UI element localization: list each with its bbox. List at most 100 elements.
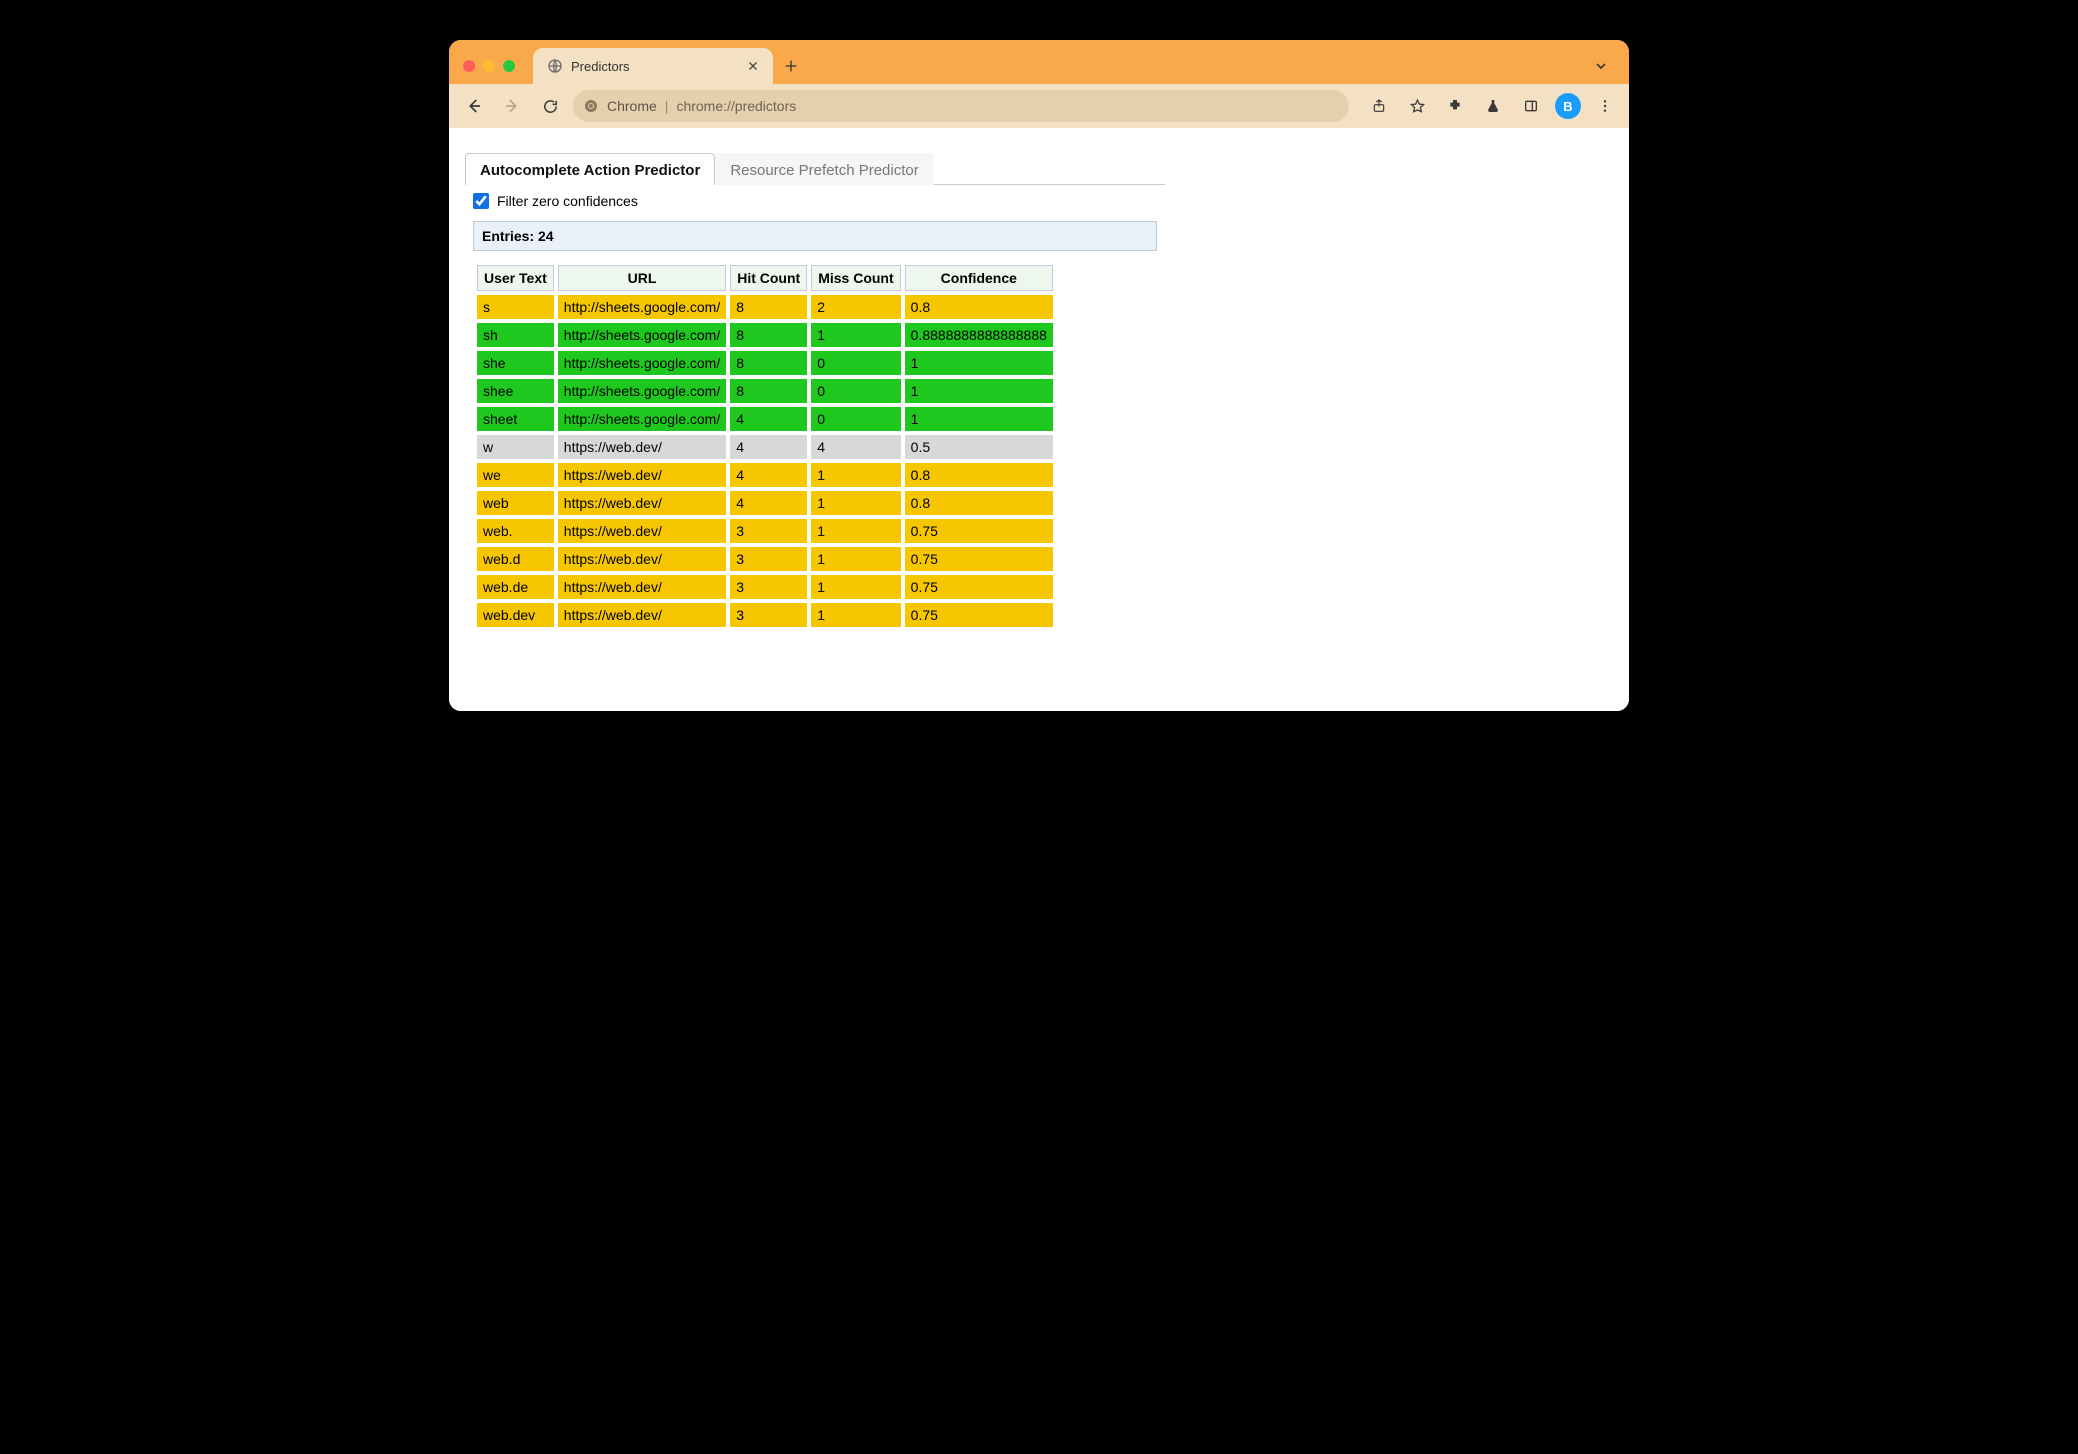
cell-confidence: 1 <box>905 407 1053 431</box>
table-row: whttps://web.dev/440.5 <box>477 435 1053 459</box>
col-url[interactable]: URL <box>558 265 726 291</box>
col-hit-count[interactable]: Hit Count <box>730 265 807 291</box>
cell-confidence: 0.75 <box>905 575 1053 599</box>
extensions-icon[interactable] <box>1441 92 1469 120</box>
table-row: web.devhttps://web.dev/310.75 <box>477 603 1053 627</box>
entries-count-bar: Entries: 24 <box>473 221 1157 251</box>
table-row: shttp://sheets.google.com/820.8 <box>477 295 1053 319</box>
cell-confidence: 0.8 <box>905 295 1053 319</box>
cell-confidence: 0.75 <box>905 519 1053 543</box>
cell-miss: 2 <box>811 295 900 319</box>
cell-confidence: 0.8 <box>905 463 1053 487</box>
tab-close-icon[interactable] <box>747 60 759 72</box>
cell-hit: 8 <box>730 351 807 375</box>
entries-label-prefix: Entries: <box>482 228 538 244</box>
cell-url: http://sheets.google.com/ <box>558 295 726 319</box>
cell-hit: 8 <box>730 323 807 347</box>
share-icon[interactable] <box>1365 92 1393 120</box>
cell-confidence: 0.5 <box>905 435 1053 459</box>
col-user-text[interactable]: User Text <box>477 265 554 291</box>
cell-miss: 0 <box>811 407 900 431</box>
cell-url: https://web.dev/ <box>558 519 726 543</box>
cell-confidence: 0.8 <box>905 491 1053 515</box>
new-tab-button[interactable] <box>773 48 809 84</box>
bookmark-star-icon[interactable] <box>1403 92 1431 120</box>
cell-miss: 1 <box>811 491 900 515</box>
cell-user-text: we <box>477 463 554 487</box>
labs-icon[interactable] <box>1479 92 1507 120</box>
cell-hit: 3 <box>730 603 807 627</box>
reload-button[interactable] <box>535 91 565 121</box>
cell-user-text: w <box>477 435 554 459</box>
tab-resource-prefetch-predictor[interactable]: Resource Prefetch Predictor <box>715 153 933 185</box>
cell-miss: 1 <box>811 463 900 487</box>
cell-url: https://web.dev/ <box>558 575 726 599</box>
window-close-button[interactable] <box>463 60 475 72</box>
cell-url: http://sheets.google.com/ <box>558 323 726 347</box>
page-content: Autocomplete Action Predictor Resource P… <box>449 128 1629 711</box>
cell-hit: 3 <box>730 547 807 571</box>
browser-window: Predictors <box>449 40 1629 711</box>
globe-icon <box>547 58 563 74</box>
col-miss-count[interactable]: Miss Count <box>811 265 900 291</box>
filter-zero-confidences-checkbox[interactable] <box>473 193 489 209</box>
cell-user-text: shee <box>477 379 554 403</box>
forward-button[interactable] <box>497 91 527 121</box>
cell-miss: 0 <box>811 379 900 403</box>
table-row: sheethttp://sheets.google.com/401 <box>477 407 1053 431</box>
avatar-initial: B <box>1563 99 1572 114</box>
cell-hit: 8 <box>730 379 807 403</box>
cell-confidence: 0.75 <box>905 603 1053 627</box>
profile-avatar[interactable]: B <box>1555 93 1581 119</box>
cell-miss: 1 <box>811 603 900 627</box>
cell-hit: 3 <box>730 519 807 543</box>
cell-confidence: 0.8888888888888888 <box>905 323 1053 347</box>
tab-strip: Predictors <box>449 40 1629 84</box>
cell-url: http://sheets.google.com/ <box>558 407 726 431</box>
cell-miss: 0 <box>811 351 900 375</box>
tab-autocomplete-action-predictor[interactable]: Autocomplete Action Predictor <box>465 153 715 185</box>
cell-hit: 4 <box>730 491 807 515</box>
address-bar[interactable]: Chrome | chrome://predictors <box>573 90 1349 122</box>
browser-chrome: Predictors <box>449 40 1629 128</box>
cell-url: http://sheets.google.com/ <box>558 351 726 375</box>
cell-confidence: 1 <box>905 351 1053 375</box>
cell-confidence: 1 <box>905 379 1053 403</box>
cell-user-text: web <box>477 491 554 515</box>
cell-user-text: web. <box>477 519 554 543</box>
window-minimize-button[interactable] <box>483 60 495 72</box>
address-separator: | <box>665 98 669 114</box>
tab-search-button[interactable] <box>1593 58 1615 74</box>
cell-miss: 1 <box>811 575 900 599</box>
back-button[interactable] <box>459 91 489 121</box>
table-row: webhttps://web.dev/410.8 <box>477 491 1053 515</box>
predictor-panel: Autocomplete Action Predictor Resource P… <box>465 152 1165 631</box>
window-maximize-button[interactable] <box>503 60 515 72</box>
cell-hit: 3 <box>730 575 807 599</box>
table-row: shhttp://sheets.google.com/810.888888888… <box>477 323 1053 347</box>
table-row: wehttps://web.dev/410.8 <box>477 463 1053 487</box>
cell-user-text: sh <box>477 323 554 347</box>
side-panel-icon[interactable] <box>1517 92 1545 120</box>
window-controls <box>463 60 515 72</box>
predictor-table: User Text URL Hit Count Miss Count Confi… <box>473 261 1057 631</box>
cell-user-text: web.de <box>477 575 554 599</box>
browser-tab-active[interactable]: Predictors <box>533 48 773 84</box>
table-row: web.https://web.dev/310.75 <box>477 519 1053 543</box>
table-row: web.dehttps://web.dev/310.75 <box>477 575 1053 599</box>
toolbar-actions: B <box>1365 92 1619 120</box>
address-scheme-label: Chrome <box>607 98 657 114</box>
col-confidence[interactable]: Confidence <box>905 265 1053 291</box>
filter-zero-confidences-label[interactable]: Filter zero confidences <box>497 193 638 209</box>
page-tabs: Autocomplete Action Predictor Resource P… <box>465 152 1165 185</box>
cell-miss: 1 <box>811 519 900 543</box>
chrome-icon <box>583 98 599 114</box>
table-row: sheehttp://sheets.google.com/801 <box>477 379 1053 403</box>
cell-miss: 1 <box>811 323 900 347</box>
filter-row: Filter zero confidences <box>465 185 1165 217</box>
table-header-row: User Text URL Hit Count Miss Count Confi… <box>477 265 1053 291</box>
browser-tab-title: Predictors <box>571 59 739 74</box>
cell-confidence: 0.75 <box>905 547 1053 571</box>
cell-hit: 4 <box>730 463 807 487</box>
menu-icon[interactable] <box>1591 92 1619 120</box>
